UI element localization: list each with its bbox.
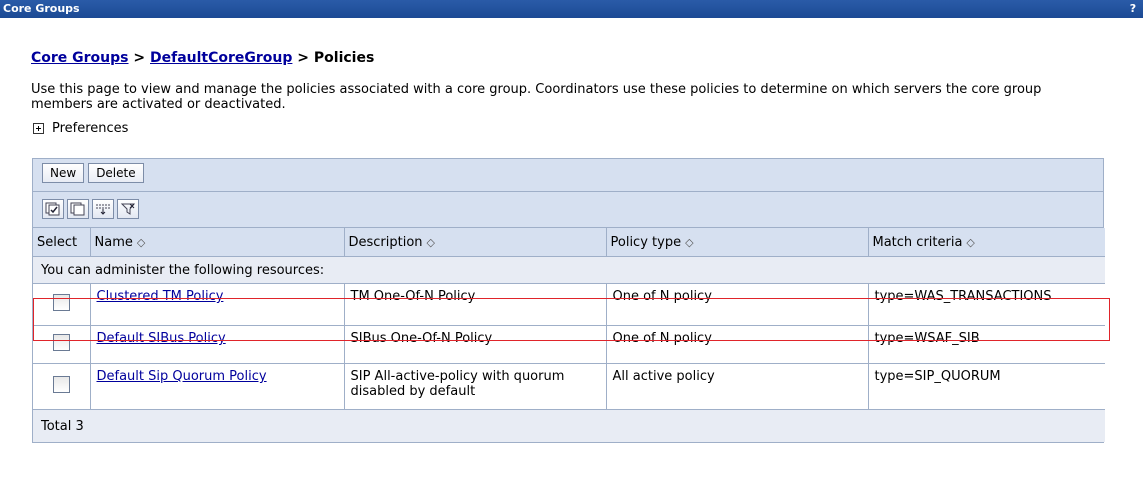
clear-filter-icon[interactable] bbox=[117, 199, 139, 219]
deselect-all-icon[interactable] bbox=[67, 199, 89, 219]
header-label: Match criteria bbox=[872, 234, 963, 250]
name-cell: Default Sip Quorum Policy bbox=[90, 363, 345, 410]
header-label: Policy type bbox=[610, 234, 682, 250]
name-cell: Default SIBus Policy bbox=[90, 325, 345, 364]
sort-icon[interactable]: ◇ bbox=[137, 236, 145, 249]
breadcrumb-default-core-group-link[interactable]: DefaultCoreGroup bbox=[150, 50, 292, 66]
policy-link[interactable]: Default SIBus Policy bbox=[97, 331, 226, 346]
page-description: Use this page to view and manage the pol… bbox=[31, 82, 1042, 112]
policy-type-cell: All active policy bbox=[606, 363, 869, 410]
policy-link[interactable]: Default Sip Quorum Policy bbox=[97, 369, 267, 384]
name-cell: Clustered TM Policy bbox=[90, 283, 345, 326]
row-checkbox[interactable] bbox=[52, 334, 70, 351]
policies-table: Select Name ◇ Description ◇ Policy type ◇ M… bbox=[33, 228, 1105, 442]
row-checkbox[interactable] bbox=[52, 294, 70, 311]
policy-type-cell: One of N policy bbox=[606, 325, 869, 364]
policies-collection-panel: New Delete Select Name ◇ Description ◇ Pol… bbox=[32, 158, 1105, 443]
column-header-name[interactable]: Name ◇ bbox=[90, 228, 345, 257]
table-row: Default Sip Quorum Policy SIP All-active… bbox=[33, 363, 1105, 410]
table-row: Clustered TM Policy TM One-Of-N Policy O… bbox=[33, 283, 1105, 326]
table-row: Default SIBus Policy SIBus One-Of-N Poli… bbox=[33, 325, 1105, 364]
total-label: Total 3 bbox=[33, 409, 1105, 442]
match-criteria-cell: type=WAS_TRANSACTIONS bbox=[868, 283, 1105, 326]
window-titlebar: Core Groups ? bbox=[0, 0, 1143, 18]
section-label: You can administer the following resourc… bbox=[33, 256, 1105, 284]
description-cell: SIP All-active-policy with quorum disabl… bbox=[344, 363, 607, 410]
column-header-select: Select bbox=[33, 228, 91, 257]
table-header-row: Select Name ◇ Description ◇ Policy type ◇ M… bbox=[33, 228, 1105, 257]
button-bar: New Delete bbox=[33, 159, 1103, 192]
delete-button[interactable]: Delete bbox=[88, 163, 144, 183]
total-row: Total 3 bbox=[33, 409, 1105, 442]
main-content: Core Groups > DefaultCoreGroup > Policie… bbox=[31, 50, 1103, 136]
policy-type-cell: One of N policy bbox=[606, 283, 869, 326]
description-cell: SIBus One-Of-N Policy bbox=[344, 325, 607, 364]
breadcrumb-separator: > bbox=[292, 50, 314, 66]
sort-icon[interactable]: ◇ bbox=[966, 236, 974, 249]
header-label: Name bbox=[94, 234, 133, 250]
section-row: You can administer the following resourc… bbox=[33, 256, 1105, 284]
match-criteria-cell: type=SIP_QUORUM bbox=[868, 363, 1105, 410]
breadcrumb: Core Groups > DefaultCoreGroup > Policie… bbox=[31, 50, 1103, 70]
column-header-description[interactable]: Description ◇ bbox=[344, 228, 607, 257]
breadcrumb-core-groups-link[interactable]: Core Groups bbox=[31, 50, 129, 66]
policy-link[interactable]: Clustered TM Policy bbox=[97, 289, 224, 304]
preferences-toggle[interactable]: Preferences bbox=[31, 120, 1103, 136]
column-header-policy-type[interactable]: Policy type ◇ bbox=[606, 228, 869, 257]
row-checkbox[interactable] bbox=[52, 376, 70, 393]
show-filter-icon[interactable] bbox=[92, 199, 114, 219]
select-all-icon[interactable] bbox=[42, 199, 64, 219]
help-button[interactable]: ? bbox=[1127, 2, 1139, 16]
header-label: Select bbox=[37, 234, 78, 250]
select-cell bbox=[33, 283, 91, 326]
breadcrumb-separator: > bbox=[128, 50, 150, 66]
sort-icon[interactable]: ◇ bbox=[427, 236, 435, 249]
sort-icon[interactable]: ◇ bbox=[685, 236, 693, 249]
expand-plus-icon[interactable] bbox=[33, 122, 44, 134]
preferences-label: Preferences bbox=[52, 120, 129, 136]
header-label: Description bbox=[348, 234, 423, 250]
window-title: Core Groups bbox=[3, 2, 80, 15]
description-cell: TM One-Of-N Policy bbox=[344, 283, 607, 326]
table-tools-bar bbox=[33, 192, 1103, 228]
select-cell bbox=[33, 325, 91, 364]
select-cell bbox=[33, 363, 91, 410]
match-criteria-cell: type=WSAF_SIB bbox=[868, 325, 1105, 364]
breadcrumb-current: Policies bbox=[313, 50, 375, 66]
new-button[interactable]: New bbox=[42, 163, 85, 183]
column-header-match-criteria[interactable]: Match criteria ◇ bbox=[868, 228, 1105, 257]
